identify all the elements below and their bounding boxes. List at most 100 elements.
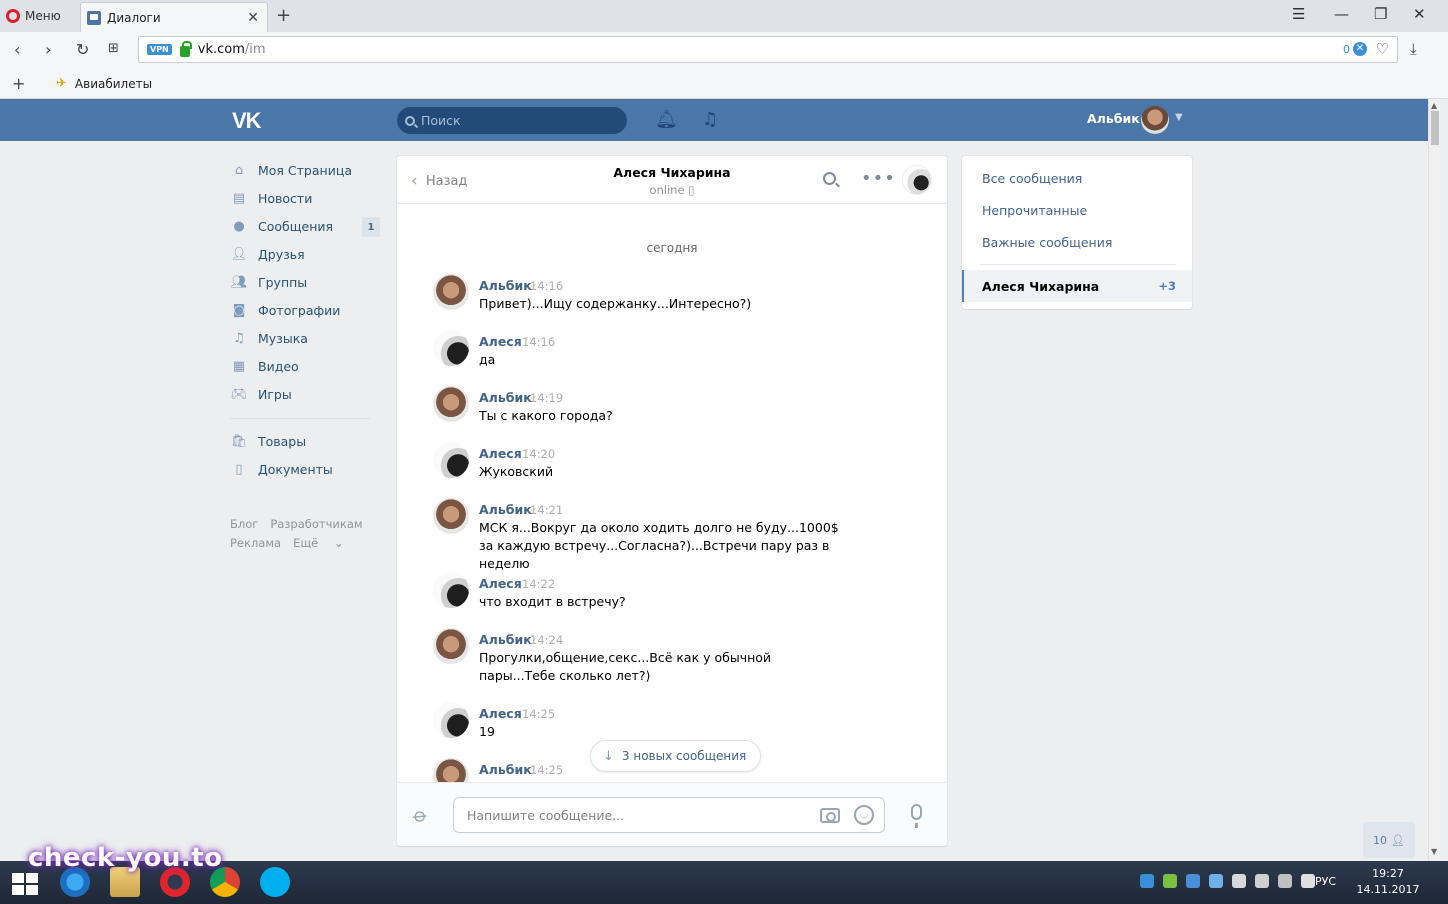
online-friends-button[interactable]: 10 👤︎ [1363, 822, 1415, 858]
messages-count-badge: 1 [362, 217, 380, 237]
menu-item-my-page[interactable]: ⌂ Моя Страница [230, 156, 380, 184]
message-time[interactable]: 14:25 [522, 707, 555, 721]
reload-icon[interactable]: ↻ [76, 40, 89, 59]
menu-item-news[interactable]: ▤ Новости [230, 184, 380, 212]
message-time[interactable]: 14:16 [522, 335, 555, 349]
filter-all-messages[interactable]: Все сообщения [982, 171, 1082, 186]
taskbar-clock[interactable]: 19:27 14.11.2017 [1356, 866, 1420, 898]
peer-avatar[interactable] [902, 165, 932, 195]
add-bookmark-icon[interactable]: + [12, 74, 25, 93]
message-time[interactable]: 14:21 [530, 503, 563, 517]
author-avatar[interactable] [433, 628, 469, 664]
opera-menu-button[interactable]: Меню [6, 6, 61, 26]
author-name[interactable]: Алеся [479, 576, 522, 591]
scroll-thumb[interactable] [1431, 111, 1439, 145]
filter-unread[interactable]: Непрочитанные [982, 203, 1087, 218]
author-name[interactable]: Алеся [479, 446, 522, 461]
lock-icon[interactable] [179, 40, 192, 57]
footer-link-ads[interactable]: Реклама [230, 536, 281, 550]
network-tray-icon[interactable] [1209, 874, 1223, 888]
author-name[interactable]: Альбик [479, 632, 532, 647]
author-name[interactable]: Альбик [479, 762, 532, 777]
attach-paperclip-icon[interactable]: ⌀ [409, 802, 434, 828]
author-name[interactable]: Альбик [479, 278, 532, 293]
menu-item-music[interactable]: ♫ Музыка [230, 324, 380, 352]
menu-item-messages[interactable]: ● Сообщения 1 [230, 212, 380, 240]
left-menu-footer: Блог Разработчикам Реклама Ещё ⌄ [230, 515, 380, 553]
vpn-badge[interactable]: VPN [147, 44, 172, 55]
message-time[interactable]: 14:16 [530, 279, 563, 293]
adblock-indicator[interactable]: 0 ✕ [1343, 42, 1367, 56]
search-field[interactable]: Поиск [397, 107, 627, 134]
header-avatar[interactable] [1141, 106, 1169, 134]
new-tab-icon[interactable]: + [276, 5, 291, 26]
filter-important[interactable]: Важные сообщения [982, 235, 1112, 250]
footer-link-blog[interactable]: Блог [230, 517, 258, 531]
search-in-chat-icon[interactable] [823, 172, 836, 185]
active-dialog-item[interactable]: Алеся Чихарина +3 [962, 270, 1192, 302]
footer-link-more[interactable]: Ещё ⌄ [293, 536, 343, 550]
close-window-icon[interactable]: ✕ [1413, 5, 1426, 23]
menu-item-photos[interactable]: ◙ Фотографии [230, 296, 380, 324]
message-time[interactable]: 14:20 [522, 447, 555, 461]
monitor-tray-icon[interactable] [1278, 874, 1292, 888]
skype-tray-icon[interactable] [1186, 874, 1200, 888]
author-avatar[interactable] [433, 442, 469, 478]
message-time[interactable]: 14:19 [530, 391, 563, 405]
download-icon[interactable]: ⤓ [1410, 40, 1417, 58]
scroll-down-icon[interactable]: ▼ [1431, 847, 1437, 856]
more-options-icon[interactable]: ••• [861, 168, 896, 189]
speed-dial-icon[interactable]: ⊞ [108, 41, 119, 56]
menu-item-friends[interactable]: 👤︎ Друзья [230, 240, 380, 268]
bookmark-heart-icon[interactable]: ♡ [1376, 40, 1389, 58]
author-name[interactable]: Алеся [479, 706, 522, 721]
message-time[interactable]: 14:24 [530, 633, 563, 647]
author-name[interactable]: Алеся [479, 334, 522, 349]
app-tray-icon[interactable] [1163, 874, 1177, 888]
author-name[interactable]: Альбик [479, 390, 532, 405]
author-avatar[interactable] [433, 572, 469, 608]
footer-link-developers[interactable]: Разработчикам [270, 517, 362, 531]
telegram-tray-icon[interactable] [1140, 874, 1154, 888]
flag-tray-icon[interactable] [1232, 874, 1246, 888]
message-time[interactable]: 14:25 [530, 763, 563, 777]
author-name[interactable]: Альбик [479, 502, 532, 517]
skype-icon[interactable] [260, 867, 290, 897]
restore-icon[interactable]: ❐ [1374, 5, 1387, 23]
microphone-icon[interactable] [911, 804, 922, 828]
language-indicator[interactable]: РУС [1315, 875, 1336, 888]
url-text[interactable]: vk.com/im [198, 42, 266, 57]
new-messages-button[interactable]: ↓ 3 новых сообщения [590, 740, 762, 772]
page-scrollbar[interactable]: ▲ ▼ [1428, 99, 1440, 861]
forward-icon[interactable]: › [45, 40, 51, 59]
notifications-bell-icon[interactable]: 🔔︎ [655, 109, 678, 130]
tab-close-icon[interactable]: ✕ [247, 10, 259, 26]
menu-item-groups[interactable]: 👥︎ Группы [230, 268, 380, 296]
header-user-name[interactable]: Альбик [1087, 111, 1140, 126]
browser-tab[interactable]: Диалоги ✕ [80, 2, 268, 32]
message-time[interactable]: 14:22 [522, 577, 555, 591]
windows-start-icon[interactable] [12, 873, 38, 895]
back-icon[interactable]: ‹ [14, 40, 20, 59]
settings-tray-icon[interactable] [1255, 874, 1269, 888]
tab-menu-icon[interactable]: ☰ [1292, 5, 1305, 23]
menu-item-market[interactable]: 🛍︎ Товары [230, 427, 380, 455]
author-avatar[interactable] [433, 386, 469, 422]
url-field[interactable]: VPN vk.com/im 0 ✕ ♡ [138, 36, 1398, 63]
camera-icon[interactable] [820, 808, 840, 823]
menu-item-video[interactable]: ▦ Видео [230, 352, 380, 380]
music-note-icon[interactable]: ♫ [702, 109, 718, 130]
minimize-icon[interactable]: — [1334, 5, 1349, 23]
menu-item-games[interactable]: 🎮︎ Игры [230, 380, 380, 408]
volume-tray-icon[interactable] [1301, 874, 1315, 888]
author-avatar[interactable] [433, 702, 469, 738]
menu-item-documents[interactable]: ▯ Документы [230, 455, 380, 483]
vk-logo[interactable]: VK [232, 108, 262, 134]
emoji-smile-icon[interactable]: ◡ [854, 805, 874, 825]
author-avatar[interactable] [433, 330, 469, 366]
bookmark-item[interactable]: ✈ Авиабилеты [56, 76, 152, 91]
author-avatar[interactable] [433, 274, 469, 310]
chevron-down-icon[interactable]: ▼ [1175, 112, 1183, 123]
author-avatar[interactable] [433, 498, 469, 534]
scroll-up-icon[interactable]: ▲ [1431, 101, 1437, 110]
